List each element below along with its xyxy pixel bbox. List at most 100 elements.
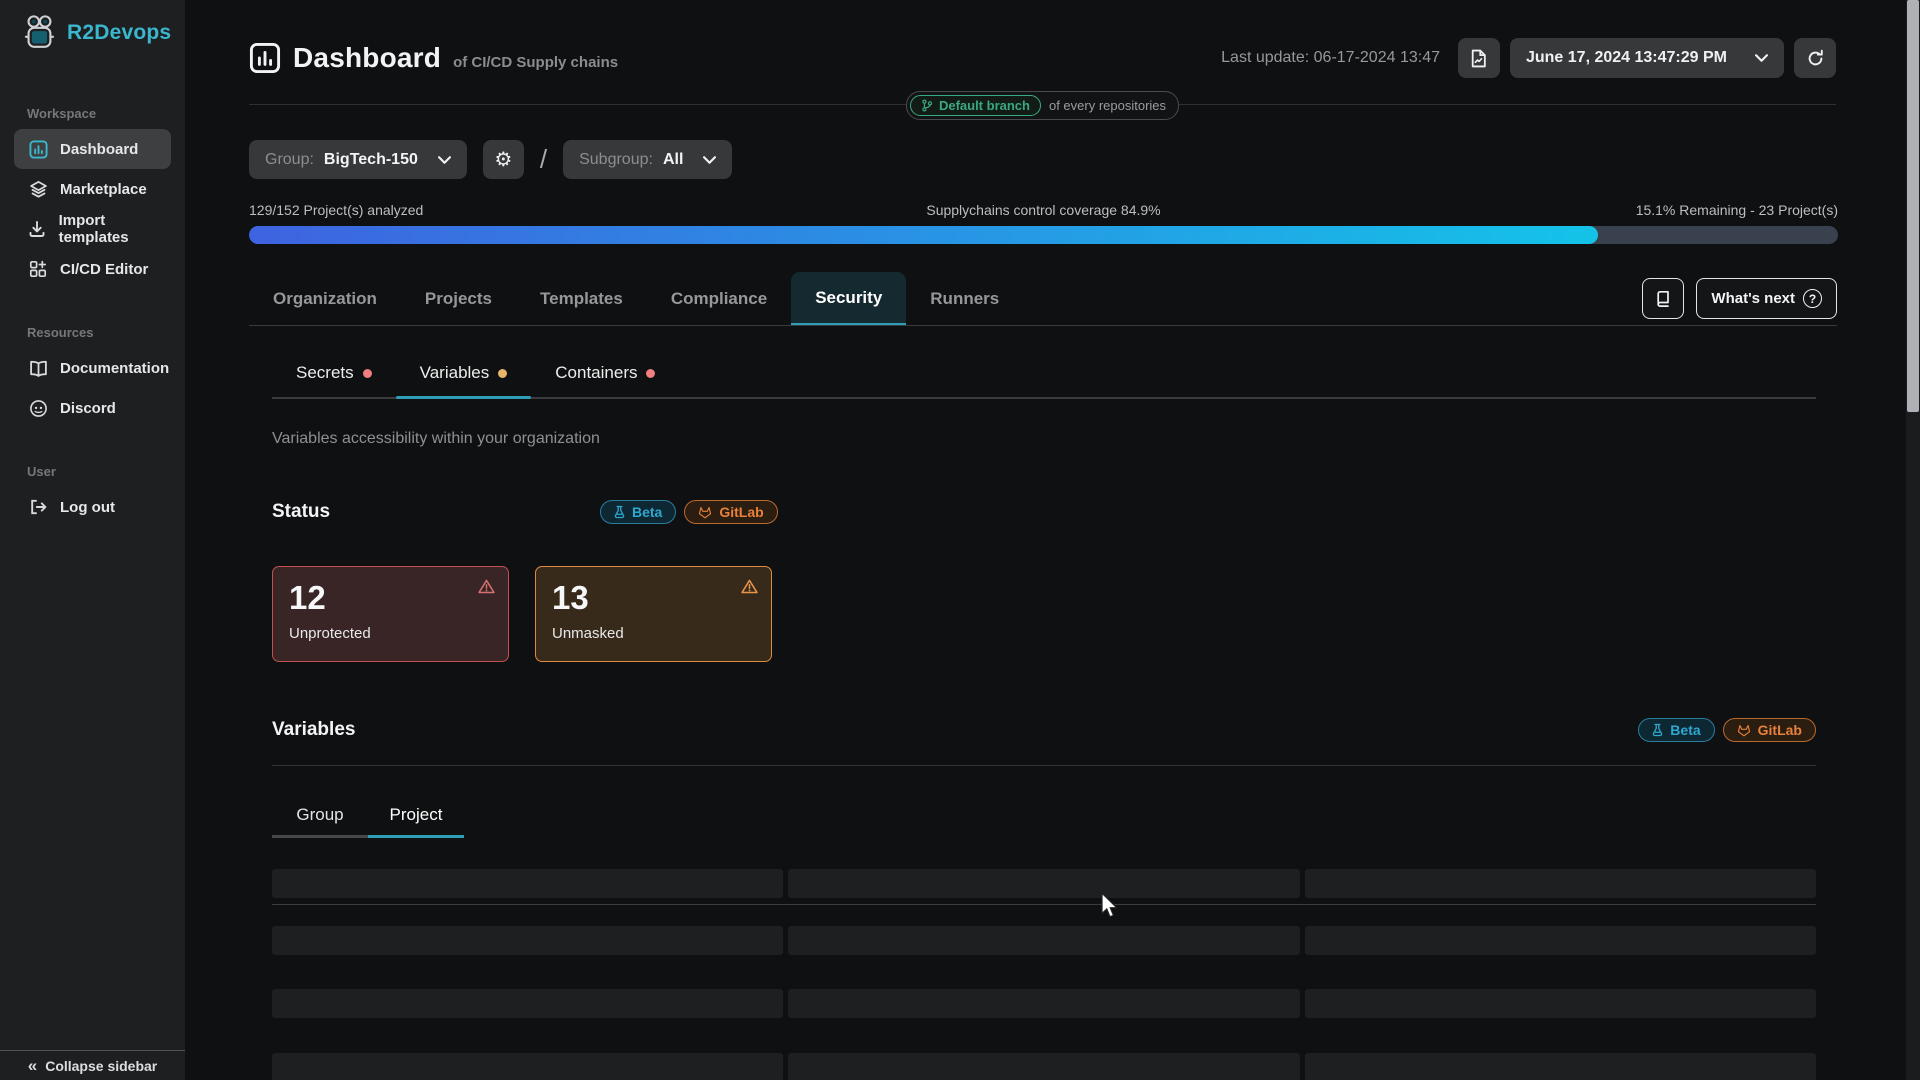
coverage-progress-bar — [249, 226, 1838, 244]
sidebar-item-discord[interactable]: Discord — [14, 388, 171, 428]
table-row — [272, 1053, 1816, 1080]
robot-logo-icon — [20, 14, 58, 52]
subtab-variables[interactable]: Variables — [395, 363, 532, 399]
beta-badge-label: Beta — [632, 504, 663, 520]
coverage-progress-fill — [249, 226, 1599, 244]
gitlab-badge[interactable]: GitLab — [684, 500, 778, 524]
unmasked-card[interactable]: 13 Unmasked — [535, 566, 772, 662]
beta-badge[interactable]: Beta — [600, 500, 677, 524]
gitlab-badge-label: GitLab — [719, 504, 764, 520]
subgroup-value: All — [662, 150, 684, 168]
git-branch-icon — [921, 99, 933, 112]
page-scrollbar[interactable] — [1906, 0, 1920, 1080]
collapse-sidebar-button[interactable]: « Collapse sidebar — [0, 1050, 185, 1080]
report-export-button[interactable] — [1457, 38, 1500, 78]
datetime-dropdown[interactable]: June 17, 2024 13:47:29 PM — [1509, 38, 1784, 78]
table-header-divider — [272, 904, 1816, 905]
tab-projects[interactable]: Projects — [401, 272, 516, 325]
default-branch-badge[interactable]: Default branch — [909, 95, 1041, 116]
docs-book-button[interactable] — [1642, 278, 1685, 319]
skeleton-cell — [788, 1053, 1300, 1080]
gitlab-icon — [1737, 724, 1751, 737]
sidebar-item-documentation[interactable]: Documentation — [14, 348, 171, 388]
group-label: Group: — [265, 150, 314, 168]
warning-triangle-icon — [478, 579, 495, 594]
group-dropdown[interactable]: Group: BigTech-150 — [249, 140, 467, 179]
unmasked-count: 13 — [552, 579, 589, 616]
subgroup-dropdown[interactable]: Subgroup: All — [563, 140, 733, 179]
sidebar: R2Devops Workspace Dashboard Marketplace… — [0, 0, 185, 1080]
tab-templates[interactable]: Templates — [516, 272, 647, 325]
coverage-label: Supplychains control coverage 84.9% — [926, 202, 1161, 218]
group-settings-button[interactable]: ⚙ — [482, 140, 524, 179]
default-branch-label: Default branch — [938, 98, 1030, 113]
download-icon — [28, 220, 47, 238]
sidebar-item-label: CI/CD Editor — [60, 260, 149, 278]
tab-project[interactable]: Project — [368, 795, 464, 838]
table-row — [272, 926, 1816, 955]
sidebar-section-workspace: Workspace — [27, 106, 97, 121]
subgroup-label: Subgroup: — [579, 150, 653, 168]
variables-heading-row: Variables Beta GitLab — [272, 718, 1816, 742]
page-subtitle: of CI/CD Supply chains — [453, 53, 619, 71]
status-heading-row: Status Beta GitLab — [272, 500, 778, 524]
group-subgroup-separator: / — [539, 144, 548, 174]
skeleton-cell — [788, 926, 1300, 955]
question-circle-icon: ? — [1803, 289, 1822, 308]
flask-icon — [614, 505, 625, 519]
subtab-secrets[interactable]: Secrets — [272, 363, 396, 397]
beta-badge[interactable]: Beta — [1638, 718, 1715, 742]
tab-label: Organization — [273, 288, 377, 308]
variables-description: Variables accessibility within your orga… — [272, 430, 600, 447]
sidebar-item-dashboard[interactable]: Dashboard — [14, 129, 171, 169]
tab-organization[interactable]: Organization — [249, 272, 401, 325]
tab-label: Runners — [930, 288, 1000, 308]
scrollbar-thumb[interactable] — [1907, 0, 1919, 412]
chevron-down-icon — [437, 155, 451, 164]
whats-next-button[interactable]: What's next ? — [1696, 278, 1837, 319]
subtab-label: Containers — [555, 363, 638, 382]
sidebar-item-logout[interactable]: Log out — [14, 487, 171, 527]
skeleton-cell — [1304, 1053, 1816, 1080]
sidebar-item-marketplace[interactable]: Marketplace — [14, 169, 171, 209]
containers-status-dot — [646, 368, 656, 378]
filters-row: Group: BigTech-150 ⚙ / Subgroup: All — [249, 140, 733, 179]
last-update-text: Last update: 06-17-2024 13:47 — [1221, 49, 1440, 66]
sidebar-section-user: User — [27, 464, 56, 479]
subtab-label: Secrets — [296, 363, 354, 382]
tab-compliance[interactable]: Compliance — [647, 272, 791, 325]
tab-label: Compliance — [670, 288, 768, 308]
sidebar-item-import-templates[interactable]: Import templates — [14, 209, 171, 249]
sidebar-item-cicd-editor[interactable]: CI/CD Editor — [14, 249, 171, 289]
refresh-button[interactable] — [1794, 38, 1836, 78]
variables-divider — [272, 765, 1816, 766]
app-logo[interactable]: R2Devops — [0, 0, 185, 52]
chevron-down-icon — [703, 155, 717, 164]
gitlab-badge-label: GitLab — [1757, 722, 1802, 738]
subtab-label: Variables — [419, 363, 490, 382]
refresh-icon — [1806, 49, 1825, 68]
secrets-status-dot — [362, 368, 372, 378]
layers-icon — [28, 180, 48, 199]
book-icon — [1654, 290, 1672, 308]
tab-runners[interactable]: Runners — [906, 272, 1023, 325]
tab-group[interactable]: Group — [272, 795, 368, 838]
sidebar-item-label: Dashboard — [60, 140, 139, 158]
skeleton-cell — [272, 869, 784, 898]
gitlab-badge[interactable]: GitLab — [1722, 718, 1816, 742]
skeleton-cell — [1304, 869, 1816, 898]
tab-security[interactable]: Security — [791, 272, 907, 325]
sidebar-item-label: Marketplace — [60, 180, 147, 198]
dashboard-title-icon — [249, 42, 281, 74]
flask-icon — [1652, 723, 1663, 737]
gitlab-icon — [698, 506, 712, 519]
gear-icon: ⚙ — [494, 149, 513, 171]
unprotected-card[interactable]: 12 Unprotected — [272, 566, 509, 662]
tab-label: Group — [296, 805, 344, 824]
subtab-containers[interactable]: Containers — [531, 363, 679, 397]
tab-label: Projects — [424, 288, 492, 308]
skeleton-cell — [788, 869, 1300, 898]
skeleton-cell — [272, 926, 784, 955]
sidebar-section-resources: Resources — [27, 325, 94, 340]
sidebar-item-label: Discord — [60, 399, 116, 417]
